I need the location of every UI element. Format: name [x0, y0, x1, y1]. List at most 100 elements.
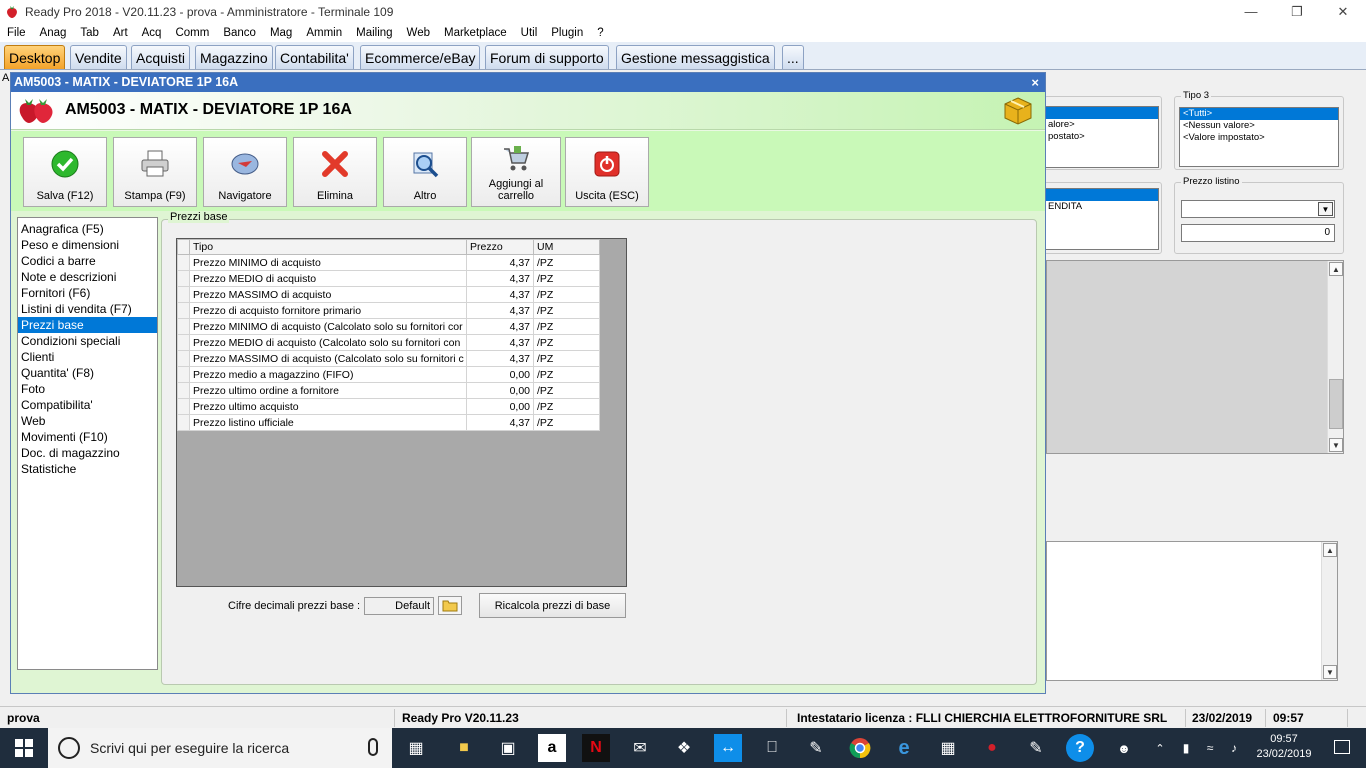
nav-item-peso-dimensioni[interactable]: Peso e dimensioni	[18, 237, 157, 253]
people-icon[interactable]: ☻	[1110, 734, 1138, 762]
row-header[interactable]	[177, 366, 190, 383]
partial-list-1[interactable]: alore> postato>	[1045, 106, 1159, 168]
cell-tipo[interactable]: Prezzo ultimo ordine a fornitore	[189, 382, 467, 399]
restore-button[interactable]: ❐	[1274, 0, 1320, 23]
cell-um[interactable]: /PZ	[533, 414, 600, 431]
cell-um[interactable]: /PZ	[533, 366, 600, 383]
cell-um[interactable]: /PZ	[533, 286, 600, 303]
tab-desktop[interactable]: Desktop	[4, 45, 66, 69]
table-row[interactable]: Prezzo ultimo acquisto 0,00/PZ	[177, 398, 600, 415]
edge-icon[interactable]: e	[890, 734, 918, 762]
row-header[interactable]	[177, 302, 190, 319]
cell-prezzo[interactable]: 4,37	[466, 414, 534, 431]
ricalcola-prezzi-button[interactable]: Ricalcola prezzi di base	[479, 593, 626, 618]
winrar-icon[interactable]: ▦	[934, 734, 962, 762]
cell-tipo[interactable]: Prezzo di acquisto fornitore primario	[189, 302, 467, 319]
menu-comm[interactable]: Comm	[168, 27, 216, 39]
scroll-up-icon[interactable]: ▲	[1323, 543, 1337, 557]
menu-banco[interactable]: Banco	[216, 27, 263, 39]
background-grid-scrollbar[interactable]: ▲ ▼	[1327, 261, 1343, 453]
menu-art[interactable]: Art	[106, 27, 135, 39]
cell-tipo[interactable]: Prezzo MINIMO di acquisto (Calcolato sol…	[189, 318, 467, 335]
tab-vendite[interactable]: Vendite	[70, 45, 127, 69]
row-header[interactable]	[177, 286, 190, 303]
row-header[interactable]	[177, 318, 190, 335]
column-header-tipo[interactable]: Tipo	[189, 239, 467, 255]
nav-item-listini-vendita[interactable]: Listini di vendita (F7)	[18, 301, 157, 317]
store-icon[interactable]: ▣	[494, 734, 522, 762]
nav-item-condizioni-speciali[interactable]: Condizioni speciali	[18, 333, 157, 349]
table-row[interactable]: Prezzo MINIMO di acquisto 4,37/PZ	[177, 254, 600, 271]
cell-um[interactable]: /PZ	[533, 318, 600, 335]
cell-um[interactable]: /PZ	[533, 334, 600, 351]
background-memo[interactable]: ▲ ▼	[1046, 541, 1338, 681]
uscita-button[interactable]: Uscita (ESC)	[565, 137, 649, 207]
tab-magazzino[interactable]: Magazzino	[195, 45, 273, 69]
row-header[interactable]	[177, 414, 190, 431]
cell-prezzo[interactable]: 0,00	[466, 366, 534, 383]
row-header[interactable]	[177, 270, 190, 287]
taskbar-clock[interactable]: 09:57 23/02/2019	[1254, 732, 1314, 762]
netflix-icon[interactable]: N	[582, 734, 610, 762]
altro-button[interactable]: Altro	[383, 137, 467, 207]
tab-more[interactable]: ...	[782, 45, 804, 69]
task-view-icon[interactable]: ▦	[402, 734, 430, 762]
menu-mailing[interactable]: Mailing	[349, 27, 399, 39]
cell-prezzo[interactable]: 4,37	[466, 302, 534, 319]
stampa-button[interactable]: Stampa (F9)	[113, 137, 197, 207]
cell-tipo[interactable]: Prezzo medio a magazzino (FIFO)	[189, 366, 467, 383]
cell-tipo[interactable]: Prezzo MASSIMO di acquisto (Calcolato so…	[189, 350, 467, 367]
table-row[interactable]: Prezzo medio a magazzino (FIFO) 0,00/PZ	[177, 366, 600, 383]
nav-item-compatibilita[interactable]: Compatibilita'	[18, 397, 157, 413]
mail-icon[interactable]: ✉	[626, 734, 654, 762]
cell-prezzo[interactable]: 4,37	[466, 334, 534, 351]
folder-button[interactable]	[438, 596, 462, 615]
cell-um[interactable]: /PZ	[533, 302, 600, 319]
table-row[interactable]: Prezzo ultimo ordine a fornitore 0,00/PZ	[177, 382, 600, 399]
cell-prezzo[interactable]: 0,00	[466, 398, 534, 415]
menu-help[interactable]: ?	[590, 27, 610, 39]
nav-item-statistiche[interactable]: Statistiche	[18, 461, 157, 477]
table-row[interactable]: Prezzo MEDIO di acquisto 4,37/PZ	[177, 270, 600, 287]
elimina-button[interactable]: Elimina	[293, 137, 377, 207]
prezzo-listino-value[interactable]: 0	[1181, 224, 1335, 242]
list-item[interactable]: <Tutti>	[1180, 108, 1338, 120]
help-icon[interactable]: ?	[1066, 734, 1094, 762]
nav-item-fornitori[interactable]: Fornitori (F6)	[18, 285, 157, 301]
table-row[interactable]: Prezzo MINIMO di acquisto (Calcolato sol…	[177, 318, 600, 335]
cell-prezzo[interactable]: 0,00	[466, 382, 534, 399]
decimali-field[interactable]: Default	[364, 597, 434, 615]
menu-tab[interactable]: Tab	[73, 27, 106, 39]
file-explorer-icon[interactable]: ■	[450, 734, 478, 762]
teamviewer-icon[interactable]: ↔	[714, 734, 742, 762]
taskbar-search-box[interactable]: Scrivi qui per eseguire la ricerca	[48, 728, 392, 768]
table-row[interactable]: Prezzo MEDIO di acquisto (Calcolato solo…	[177, 334, 600, 351]
menu-acq[interactable]: Acq	[135, 27, 169, 39]
nav-item-doc-magazzino[interactable]: Doc. di magazzino	[18, 445, 157, 461]
row-header[interactable]	[177, 398, 190, 415]
nav-item-movimenti[interactable]: Movimenti (F10)	[18, 429, 157, 445]
chevron-down-icon[interactable]: ▼	[1318, 202, 1333, 216]
cell-um[interactable]: /PZ	[533, 350, 600, 367]
nav-item-web[interactable]: Web	[18, 413, 157, 429]
nav-item-codici-barre[interactable]: Codici a barre	[18, 253, 157, 269]
nav-item-foto[interactable]: Foto	[18, 381, 157, 397]
close-button[interactable]: ✕	[1320, 0, 1366, 23]
tab-ecommerce[interactable]: Ecommerce/eBay	[360, 45, 481, 69]
cell-um[interactable]: /PZ	[533, 398, 600, 415]
scroll-up-icon[interactable]: ▲	[1329, 262, 1343, 276]
menu-util[interactable]: Util	[514, 27, 545, 39]
scroll-down-icon[interactable]: ▼	[1323, 665, 1337, 679]
notification-icon[interactable]	[1334, 740, 1350, 754]
row-header[interactable]	[177, 334, 190, 351]
table-row[interactable]: Prezzo MASSIMO di acquisto (Calcolato so…	[177, 350, 600, 367]
nav-item-prezzi-base[interactable]: Prezzi base	[18, 317, 157, 333]
menu-mag[interactable]: Mag	[263, 27, 299, 39]
menu-plugin[interactable]: Plugin	[544, 27, 590, 39]
scroll-down-icon[interactable]: ▼	[1329, 438, 1343, 452]
prezzo-listino-combo[interactable]: ▼	[1181, 200, 1335, 218]
row-header[interactable]	[177, 382, 190, 399]
cell-tipo[interactable]: Prezzo MINIMO di acquisto	[189, 254, 467, 271]
tab-contabilita[interactable]: Contabilita'	[275, 45, 354, 69]
aggiungi-carrello-button[interactable]: Aggiungi al carrello	[471, 137, 561, 207]
